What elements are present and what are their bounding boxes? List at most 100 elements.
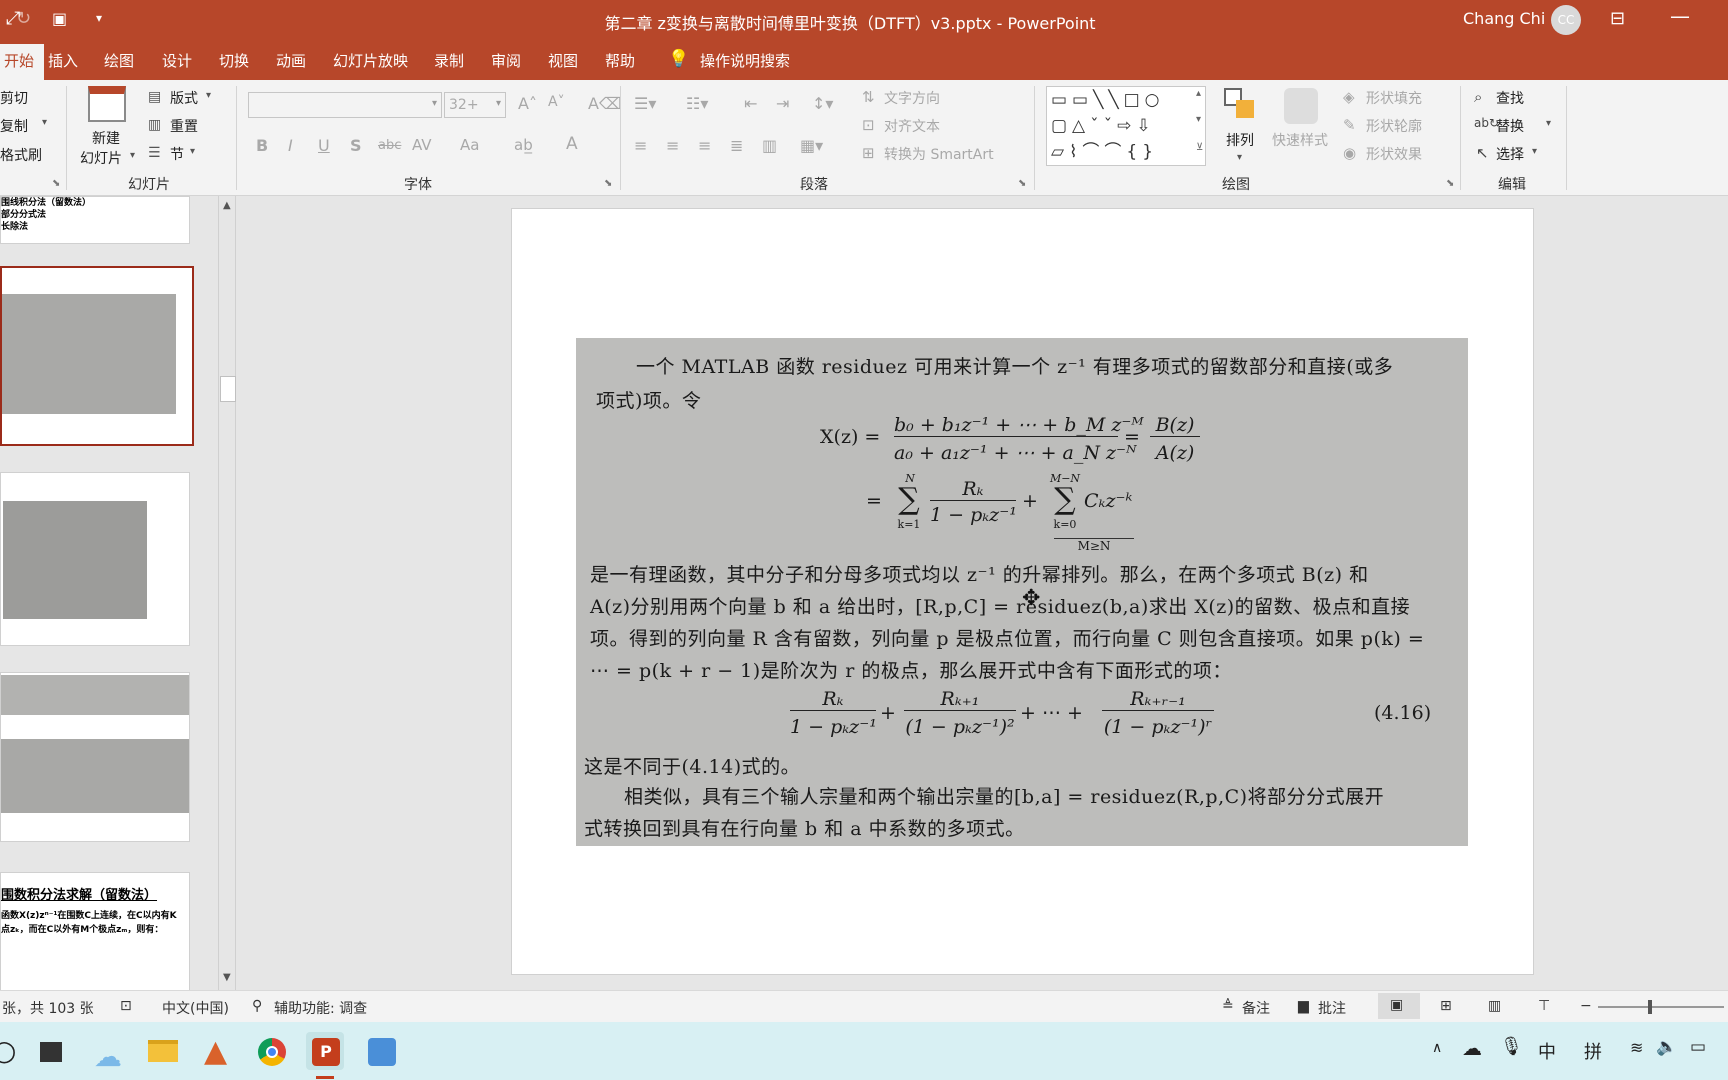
tab-design[interactable]: 设计 — [162, 50, 192, 71]
microphone-icon[interactable]: 🎙 — [1500, 1036, 1523, 1057]
distribute-icon[interactable]: ▥ — [762, 136, 777, 155]
numbering-icon[interactable]: ☷▾ — [686, 94, 708, 113]
replace-dropdown-icon[interactable]: ▾ — [1546, 118, 1551, 129]
reading-view-icon[interactable]: ▥ — [1488, 998, 1501, 1014]
select-button[interactable]: 选择 — [1496, 144, 1524, 164]
decrease-font-icon[interactable]: A˅ — [548, 94, 565, 110]
layout-button[interactable]: 版式 — [170, 88, 198, 108]
find-button[interactable]: 查找 — [1496, 88, 1524, 108]
task-view-icon[interactable] — [32, 1032, 70, 1070]
gallery-scroll-down-icon[interactable]: ▾ — [1196, 114, 1201, 125]
find-icon[interactable]: ⌕ — [1474, 88, 1482, 106]
thumbnail-slide-1[interactable]: 围线积分法（留数法） 部分分式法 长除法 — [0, 196, 190, 244]
thumbnail-scrollbar[interactable]: ▲ ▼ — [218, 196, 236, 990]
format-painter-button[interactable]: 格式刷 — [0, 145, 42, 165]
show-hidden-icons[interactable]: ∧ — [1432, 1040, 1442, 1056]
tab-slideshow[interactable]: 幻灯片放映 — [333, 50, 408, 71]
smartart-icon[interactable]: ⊞ — [862, 144, 875, 162]
capture-app-icon[interactable] — [362, 1032, 400, 1070]
reset-icon[interactable]: ▥ — [148, 117, 161, 133]
layout-icon[interactable]: ▤ — [148, 89, 161, 105]
new-slide-label-2[interactable]: 幻灯片 — [80, 148, 122, 168]
highlight-icon[interactable]: ab̲ — [514, 136, 533, 154]
tab-help[interactable]: 帮助 — [605, 50, 635, 71]
new-slide-icon[interactable] — [88, 86, 126, 122]
increase-indent-icon[interactable]: ⇥ — [776, 94, 789, 113]
onedrive-icon[interactable]: ☁ — [1462, 1036, 1482, 1060]
spellcheck-icon[interactable]: ⊡ — [120, 998, 132, 1014]
shapes-gallery[interactable]: ▭▭╲╲□○ ▢△ˇˇ⇨⇩ ▱⌇⌒⌒{} — [1046, 86, 1206, 166]
gallery-scroll-up-icon[interactable]: ▴ — [1196, 88, 1201, 99]
new-slide-dropdown-icon[interactable]: ▾ — [130, 150, 135, 161]
comments-button[interactable]: 批注 — [1318, 998, 1346, 1018]
language-indicator[interactable]: 中文(中国) — [162, 998, 229, 1018]
thumbnail-slide-5[interactable]: 围数积分法求解（留数法） 函数X(z)zⁿ⁻¹在围数C上连续，在C以内有K 点z… — [0, 872, 190, 990]
accessibility-icon[interactable]: ⚲ — [252, 998, 262, 1014]
gallery-more-icon[interactable]: ⊻ — [1196, 142, 1203, 153]
customize-toolbar-icon[interactable]: ▾ — [96, 11, 102, 25]
italic-button[interactable]: I — [288, 136, 293, 155]
ribbon-display-icon[interactable]: ⊟ — [1610, 8, 1625, 29]
smartart-button[interactable]: 转换为 SmartArt — [884, 144, 994, 164]
font-color-button[interactable]: A — [566, 134, 578, 154]
comments-icon[interactable]: ▆ — [1298, 998, 1309, 1014]
shape-outline-icon[interactable]: ✎ — [1343, 116, 1356, 134]
replace-button[interactable]: 替换 — [1496, 116, 1524, 136]
notes-icon[interactable]: ≜ — [1222, 998, 1234, 1014]
increase-font-icon[interactable]: A˄ — [518, 94, 537, 113]
shape-fill-button[interactable]: 形状填充 — [1366, 88, 1422, 108]
arrange-icon[interactable] — [1224, 88, 1258, 124]
align-right-icon[interactable]: ≡ — [698, 136, 711, 155]
clipboard-launcher-icon[interactable]: ⬊ — [52, 178, 60, 189]
tell-me-search[interactable]: 操作说明搜索 — [700, 50, 790, 71]
section-button[interactable]: 节 — [170, 144, 184, 164]
align-left-icon[interactable]: ≡ — [634, 136, 647, 155]
tab-draw[interactable]: 绘图 — [104, 50, 134, 71]
columns-icon[interactable]: ▦▾ — [800, 136, 823, 155]
select-dropdown-icon[interactable]: ▾ — [1532, 146, 1537, 157]
clear-formatting-icon[interactable]: A⌫ — [588, 94, 622, 113]
arrange-dropdown-icon[interactable]: ▾ — [1237, 152, 1242, 163]
arrange-button[interactable]: 排列 — [1226, 130, 1254, 150]
tab-view[interactable]: 视图 — [548, 50, 578, 71]
font-launcher-icon[interactable]: ⬊ — [604, 178, 612, 189]
tab-record[interactable]: 录制 — [434, 50, 464, 71]
layout-dropdown-icon[interactable]: ▾ — [206, 90, 211, 101]
text-direction-button[interactable]: 文字方向 — [884, 88, 940, 108]
slide-sorter-icon[interactable]: ⊞ — [1440, 998, 1452, 1014]
battery-icon[interactable]: ▭ — [1690, 1037, 1706, 1057]
scroll-up-icon[interactable]: ▲ — [223, 200, 231, 211]
avatar[interactable]: CC — [1551, 5, 1581, 35]
accessibility-status[interactable]: 辅助功能: 调查 — [274, 998, 367, 1018]
quick-styles-button[interactable]: 快速样式 — [1272, 130, 1328, 150]
tab-animations[interactable]: 动画 — [276, 50, 306, 71]
powerpoint-taskbar-icon[interactable]: P — [306, 1032, 344, 1070]
zoom-slider-thumb[interactable] — [1648, 1000, 1652, 1014]
scroll-down-icon[interactable]: ▼ — [223, 972, 231, 983]
quick-styles-icon[interactable] — [1284, 88, 1318, 124]
thumbnail-slide-current[interactable] — [0, 266, 194, 446]
justify-icon[interactable]: ≣ — [730, 136, 743, 155]
cut-button[interactable]: 剪切 — [0, 88, 28, 108]
underline-button[interactable]: U — [318, 136, 330, 155]
reset-button[interactable]: 重置 — [170, 116, 198, 136]
thumbnail-slide-3[interactable] — [0, 472, 190, 646]
zoom-slider[interactable] — [1598, 1006, 1724, 1008]
cloud-app-icon[interactable]: ☁ — [90, 1032, 128, 1073]
tab-review[interactable]: 审阅 — [491, 50, 521, 71]
font-size-dropdown-icon[interactable]: ▾ — [496, 98, 501, 109]
user-name[interactable]: Chang Chi — [1463, 9, 1545, 28]
file-explorer-icon[interactable] — [144, 1032, 182, 1070]
paragraph-launcher-icon[interactable]: ⬊ — [1018, 178, 1026, 189]
align-center-icon[interactable]: ≡ — [666, 136, 679, 155]
shape-fill-icon[interactable]: ◈ — [1343, 88, 1355, 106]
section-icon[interactable]: ☰ — [148, 145, 161, 161]
font-name-box[interactable]: ▾ — [248, 92, 442, 118]
align-text-icon[interactable]: ⊡ — [862, 116, 875, 134]
thumbnail-slide-4[interactable] — [0, 672, 190, 842]
redo-icon[interactable]: ↻ — [16, 8, 31, 29]
tab-transitions[interactable]: 切换 — [219, 50, 249, 71]
zoom-out-icon[interactable]: − — [1580, 998, 1592, 1014]
ime-name-indicator[interactable]: 拼 — [1584, 1038, 1602, 1064]
copy-button[interactable]: 复制 — [0, 116, 28, 136]
